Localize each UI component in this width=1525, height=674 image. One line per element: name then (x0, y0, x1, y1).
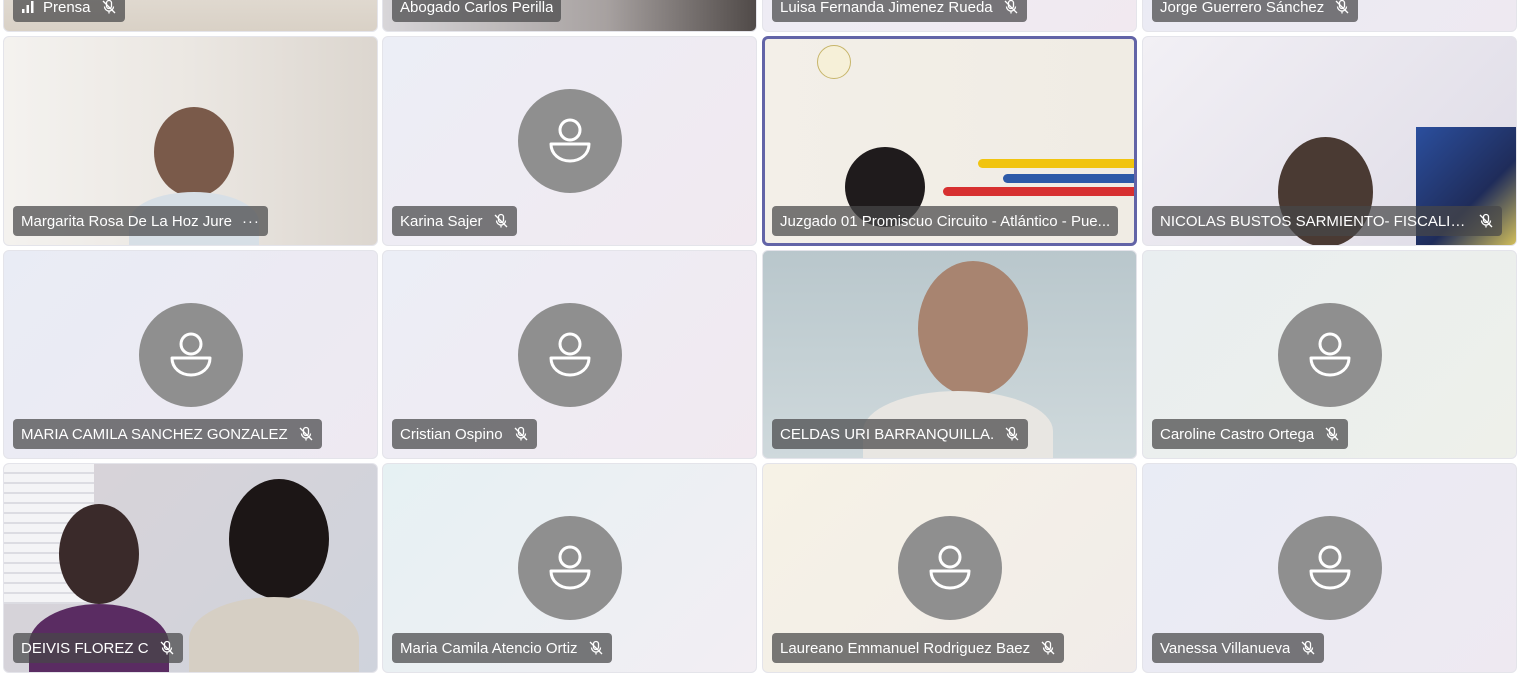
person-icon (1277, 302, 1382, 407)
participant-name: Jorge Guerrero Sánchez (1160, 0, 1325, 16)
participant-name: DEIVIS FLOREZ C (21, 639, 149, 657)
participant-name: Cristian Ospino (400, 425, 503, 443)
participant-name-plate: Luisa Fernanda Jimenez Rueda (772, 0, 1027, 22)
participant-name: Vanessa Villanueva (1160, 639, 1291, 657)
participant-name-plate: Margarita Rosa De La Hoz Jure ··· (13, 206, 268, 236)
participant-name-plate: Maria Camila Atencio Ortiz (392, 633, 612, 663)
participant-name-plate: MARIA CAMILA SANCHEZ GONZALEZ (13, 419, 322, 449)
mic-off-icon (588, 640, 604, 656)
person-icon (517, 516, 622, 620)
participant-name-plate: Karina Sajer (392, 206, 517, 236)
mic-off-icon (1478, 213, 1494, 229)
participant-name-plate: Vanessa Villanueva (1152, 633, 1325, 663)
participant-name-plate: Caroline Castro Ortega (1152, 419, 1349, 449)
mic-off-icon (1300, 640, 1316, 656)
participant-name-plate: Laureano Emmanuel Rodriguez Baez (772, 633, 1065, 663)
signal-bars-icon (21, 0, 35, 14)
person-icon (1277, 516, 1382, 620)
participant-tile[interactable]: Caroline Castro Ortega (1142, 250, 1517, 459)
participant-name: Prensa (43, 0, 91, 16)
person-icon (517, 89, 622, 193)
participant-video-figure (189, 479, 359, 672)
participant-tile-active-speaker[interactable]: Juzgado 01 Promiscuo Circuito - Atlántic… (762, 36, 1137, 246)
participant-tile[interactable]: Maria Camila Atencio Ortiz (382, 463, 757, 673)
participant-name-plate: Jorge Guerrero Sánchez (1152, 0, 1359, 22)
mic-off-icon (1334, 0, 1350, 15)
participant-name: Karina Sajer (400, 212, 483, 230)
participant-tile[interactable]: Karina Sajer (382, 36, 757, 246)
participant-tile[interactable]: Laureano Emmanuel Rodriguez Baez (762, 463, 1137, 673)
participant-name: MARIA CAMILA SANCHEZ GONZALEZ (21, 425, 288, 443)
person-icon (897, 516, 1002, 620)
participant-name: Caroline Castro Ortega (1160, 425, 1315, 443)
participant-name-plate: Abogado Carlos Perilla (392, 0, 562, 22)
person-icon (138, 302, 243, 407)
participant-name: Laureano Emmanuel Rodriguez Baez (780, 639, 1031, 657)
mic-off-icon (1004, 426, 1020, 442)
participant-name-plate: DEIVIS FLOREZ C (13, 633, 183, 663)
mic-off-icon (493, 213, 509, 229)
meeting-gallery-grid: Prensa Abogado Carlos Perilla Luisa Fern… (0, 0, 1525, 674)
participant-name: Abogado Carlos Perilla (400, 0, 554, 16)
person-icon (517, 302, 622, 407)
participant-tile[interactable]: Margarita Rosa De La Hoz Jure ··· (3, 36, 378, 246)
participant-name: Margarita Rosa De La Hoz Jure (21, 212, 232, 230)
participant-tile[interactable]: Cristian Ospino (382, 250, 757, 459)
participant-name: Juzgado 01 Promiscuo Circuito - Atlántic… (780, 212, 1111, 230)
participant-tile[interactable]: Abogado Carlos Perilla (382, 0, 757, 32)
court-seal-logo (817, 45, 851, 79)
mic-off-icon (1040, 640, 1056, 656)
participant-name-plate: Prensa (13, 0, 125, 22)
flag-stripe-blue (1003, 174, 1134, 183)
participant-tile[interactable]: Luisa Fernanda Jimenez Rueda (762, 0, 1137, 32)
participant-tile[interactable]: MARIA CAMILA SANCHEZ GONZALEZ (3, 250, 378, 459)
participant-tile[interactable]: NICOLAS BUSTOS SARMIENTO- FISCALIA 4... (1142, 36, 1517, 246)
participant-tile[interactable]: Prensa (3, 0, 378, 32)
mic-off-icon (298, 426, 314, 442)
participant-tile[interactable]: CELDAS URI BARRANQUILLA. (762, 250, 1137, 459)
mic-off-icon (1003, 0, 1019, 15)
participant-name-plate: Juzgado 01 Promiscuo Circuito - Atlántic… (772, 206, 1119, 236)
participant-tile[interactable]: DEIVIS FLOREZ C (3, 463, 378, 673)
flag-stripe-red (943, 187, 1134, 196)
mic-off-icon (159, 640, 175, 656)
participant-name-plate: Cristian Ospino (392, 419, 537, 449)
participant-name: Luisa Fernanda Jimenez Rueda (780, 0, 993, 16)
participant-name: Maria Camila Atencio Ortiz (400, 639, 578, 657)
participant-name-plate: CELDAS URI BARRANQUILLA. (772, 419, 1029, 449)
mic-off-icon (101, 0, 117, 15)
participant-tile[interactable]: Jorge Guerrero Sánchez (1142, 0, 1517, 32)
mic-off-icon (513, 426, 529, 442)
flag-stripe-yellow (978, 159, 1134, 168)
mic-off-icon (1324, 426, 1340, 442)
participant-name-plate: NICOLAS BUSTOS SARMIENTO- FISCALIA 4... (1152, 206, 1502, 236)
participant-tile[interactable]: Vanessa Villanueva (1142, 463, 1517, 673)
participant-name: CELDAS URI BARRANQUILLA. (780, 425, 995, 443)
participant-name: NICOLAS BUSTOS SARMIENTO- FISCALIA 4... (1160, 212, 1468, 230)
more-options-button[interactable]: ··· (242, 213, 260, 230)
